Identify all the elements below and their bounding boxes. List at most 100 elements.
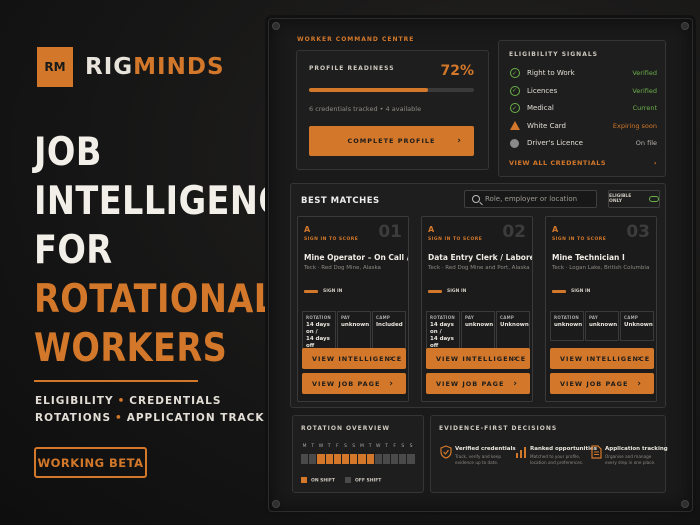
day-label: M	[359, 444, 364, 449]
evidence-title: Ranked opportunities	[530, 446, 597, 452]
on-shift-cell	[325, 454, 333, 464]
shield-check-icon	[439, 444, 453, 459]
fact-value: 14 days on /14 days off	[306, 322, 332, 350]
eligibility-signals-panel: ELIGIBILITY SIGNALS ✓ Right to Work Verifi…	[498, 40, 666, 177]
chevron-right-icon: ›	[513, 353, 518, 364]
eligibility-row: Driver's Licence On file	[509, 137, 657, 149]
chevron-right-icon: ›	[389, 378, 394, 389]
sign-in-label: SIGN IN	[323, 289, 343, 294]
fact-key: PAY	[589, 315, 599, 320]
on-shift-cell	[317, 454, 325, 464]
view-intelligence-button[interactable]: VIEW INTELLIGENCE ›	[426, 348, 530, 369]
sign-in-indicator[interactable]: SIGN IN	[428, 289, 466, 294]
fact-cell: CAMP Unknown	[620, 311, 654, 341]
on-shift-cell	[366, 454, 374, 464]
fact-key: ROTATION	[306, 315, 332, 320]
fact-key: ROTATION	[554, 315, 580, 320]
tag-rotations: ROTATIONS	[35, 412, 112, 424]
day-label: T	[368, 444, 372, 449]
legend-on-shift: ON SHIFT	[301, 477, 335, 484]
sign-in-bar	[304, 290, 318, 293]
fact-value-line: 14 days on /	[306, 322, 330, 335]
view-intelligence-button[interactable]: VIEW INTELLIGENCE ›	[550, 348, 654, 369]
legend-off-label: OFF SHIFT	[354, 478, 382, 484]
chevron-right-icon: ›	[653, 159, 657, 167]
evidence-desc: Track, verify and keep evidence up to da…	[455, 454, 502, 465]
sign-in-indicator[interactable]: SIGN IN	[552, 289, 590, 294]
match-grade: A	[428, 225, 435, 234]
chevron-right-icon: ›	[389, 353, 394, 364]
fact-value-line: Included	[376, 322, 403, 328]
complete-profile-button[interactable]: COMPLETE PROFILE ›	[309, 126, 474, 156]
sign-in-indicator[interactable]: SIGN IN	[304, 289, 342, 294]
match-grade: A	[304, 225, 311, 234]
fact-value: Included	[376, 322, 403, 329]
evidence-desc: Matched to your profile, location and pr…	[530, 454, 584, 465]
job-card: A SIGN IN TO SCORE 03 Mine Technician I Teck…	[545, 216, 657, 402]
profile-readiness-panel: PROFILE READINESS 72% 6 credentials trac…	[296, 50, 489, 170]
off-shift-cell	[399, 454, 407, 464]
rotation-calendar	[301, 454, 415, 464]
day-label: M	[302, 444, 307, 449]
search-input[interactable]: Role, employer or location	[464, 190, 597, 208]
fact-key: PAY	[465, 315, 475, 320]
evidence-first-title: EVIDENCE-FIRST DECISIONS	[439, 425, 558, 432]
brand-name: RIGMINDS	[85, 54, 225, 80]
rotation-legend: ON SHIFT OFF SHIFT	[301, 477, 381, 484]
brand-name-part2: MINDS	[133, 54, 225, 80]
job-title[interactable]: Mine Operator – On Call / Casual	[304, 253, 408, 262]
view-job-page-button[interactable]: VIEW JOB PAGE ›	[302, 373, 406, 394]
view-job-page-button[interactable]: VIEW JOB PAGE ›	[550, 373, 654, 394]
fact-value-line: unknown	[589, 322, 618, 328]
sign-in-to-score[interactable]: SIGN IN TO SCORE	[552, 237, 606, 242]
check-circle-icon: ✓	[509, 85, 520, 96]
tag-credentials: CREDENTIALS	[129, 395, 222, 407]
headline-line-1: JOB	[34, 130, 102, 175]
eligibility-status: Verified	[632, 69, 657, 77]
fact-value: unknown	[465, 322, 493, 329]
profile-progress-fill	[309, 88, 428, 92]
eligibility-name: White Card	[527, 121, 566, 130]
check-circle-icon: ✓	[509, 103, 520, 114]
fact-key: CAMP	[500, 315, 515, 320]
job-card: A SIGN IN TO SCORE 02 Data Entry Clerk / La…	[421, 216, 533, 402]
sign-in-to-score[interactable]: SIGN IN TO SCORE	[428, 237, 482, 242]
eligible-only-label: ELIGIBLE ONLY	[609, 194, 632, 204]
fact-value: unknown	[341, 322, 369, 329]
job-title[interactable]: Data Entry Clerk / Laborer	[428, 253, 532, 262]
profile-progress-bar	[309, 88, 474, 92]
fact-value-line: unknown	[554, 322, 583, 328]
sign-in-to-score[interactable]: SIGN IN TO SCORE	[304, 237, 358, 242]
search-placeholder: Role, employer or location	[485, 195, 578, 203]
fact-cell: PAY unknown	[585, 311, 619, 341]
on-shift-cell	[333, 454, 341, 464]
fact-cell: ROTATION unknown	[550, 311, 584, 341]
off-shift-cell	[374, 454, 382, 464]
job-facts: ROTATION 14 days on /14 days off PAY unknow…	[302, 311, 406, 354]
eligibility-name: Driver's Licence	[527, 139, 583, 147]
grey-dot-icon	[509, 138, 520, 149]
complete-profile-label: COMPLETE PROFILE	[347, 137, 436, 145]
view-intelligence-button[interactable]: VIEW INTELLIGENCE ›	[302, 348, 406, 369]
day-label: S	[401, 444, 405, 449]
eligibility-signals-title: ELIGIBILITY SIGNALS	[509, 51, 598, 58]
headline: JOB INTELLIGENCE FOR ROTATIONAL WORKERS	[34, 128, 307, 373]
off-shift-cell	[391, 454, 399, 464]
fact-key: ROTATION	[430, 315, 456, 320]
check-mark: ✓	[509, 68, 520, 78]
on-shift-cell	[350, 454, 358, 464]
day-label: F	[393, 444, 396, 449]
feature-tags: ELIGIBILITY • CREDENTIALS ROTATIONS • APPLIC…	[35, 393, 289, 427]
eligibility-name: Medical	[527, 104, 554, 112]
rotation-overview-panel: ROTATION OVERVIEW MTWTFSSMTWTFSS ON SHIF…	[292, 415, 424, 493]
frame-bolt	[681, 500, 689, 508]
eligibility-status: Verified	[632, 86, 657, 95]
view-job-page-button[interactable]: VIEW JOB PAGE ›	[426, 373, 530, 394]
headline-line-2: INTELLIGENCE	[34, 179, 307, 224]
job-facts: ROTATION 14 days on /14 days off PAY unknow…	[426, 311, 530, 354]
view-all-credentials-link[interactable]: VIEW ALL CREDENTIALS ›	[509, 159, 657, 167]
profile-meta: 6 credentials tracked • 4 available	[309, 105, 422, 113]
working-beta-badge[interactable]: WORKING BETA	[34, 447, 147, 478]
job-title[interactable]: Mine Technician I	[552, 253, 656, 262]
eligible-only-toggle[interactable]: ELIGIBLE ONLY	[608, 190, 660, 208]
